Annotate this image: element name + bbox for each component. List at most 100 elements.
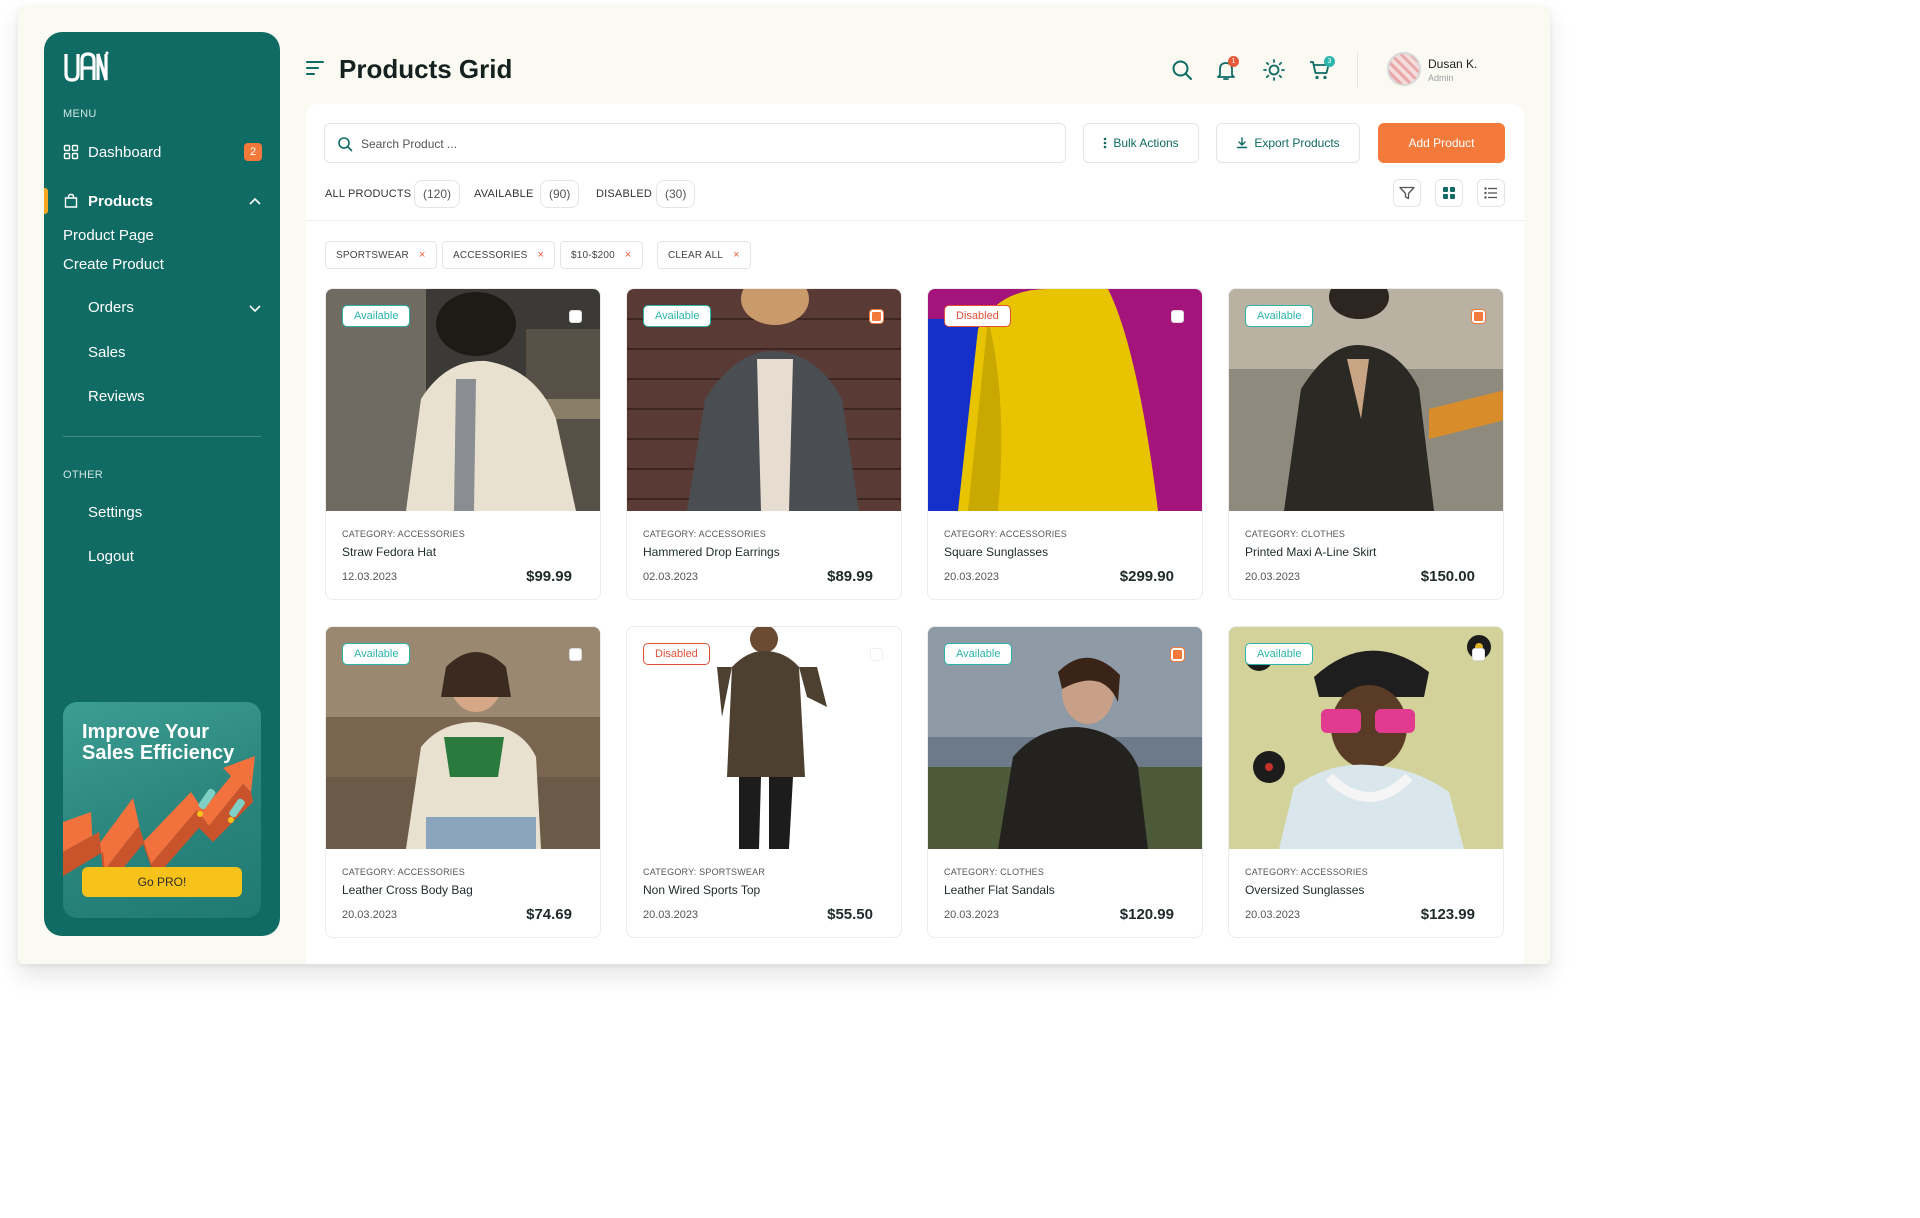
product-card[interactable]: Available CATEGORY: ACCESSORIES Straw Fe… <box>325 288 601 600</box>
sidebar-item-label: Dashboard <box>88 143 162 161</box>
status-badge: Disabled <box>643 643 710 665</box>
product-category: CATEGORY: CLOTHES <box>1245 529 1346 539</box>
filter-chip-label: $10-$200 <box>571 249 615 261</box>
tab-available-count: (90) <box>540 180 580 208</box>
product-card[interactable]: Available CATEGORY: CLOTHES Leather Flat… <box>927 626 1203 938</box>
sidebar-item-settings[interactable]: Settings <box>44 496 280 528</box>
bulk-actions-button[interactable]: Bulk Actions <box>1083 123 1199 163</box>
product-card[interactable]: Available CATEGORY: CLOTHES Printed Maxi… <box>1228 288 1504 600</box>
search-icon <box>338 137 353 152</box>
status-badge: Available <box>342 305 411 327</box>
remove-filter-icon[interactable]: × <box>419 249 426 261</box>
select-checkbox[interactable] <box>1472 648 1485 661</box>
select-checkbox[interactable] <box>1472 310 1485 323</box>
product-price: $74.69 <box>526 906 572 923</box>
product-price: $55.50 <box>827 906 873 923</box>
select-checkbox[interactable] <box>569 310 582 323</box>
product-card[interactable]: Disabled CATEGORY: ACCESSORIES Square Su… <box>927 288 1203 600</box>
go-pro-button[interactable]: Go PRO! <box>82 867 242 897</box>
brand-logo <box>63 50 109 89</box>
remove-filter-icon[interactable]: × <box>625 249 632 261</box>
sun-theme-icon[interactable] <box>1262 58 1286 82</box>
dashboard-grid-icon <box>63 144 79 160</box>
tab-all-products-count: (120) <box>414 180 461 208</box>
product-date: 20.03.2023 <box>643 909 699 921</box>
chevron-down-icon[interactable] <box>248 301 262 315</box>
select-checkbox[interactable] <box>569 648 582 661</box>
product-card[interactable]: Disabled CATEGORY: SPORTSWEAR Non Wired … <box>626 626 902 938</box>
sidebar-divider <box>63 436 261 437</box>
product-category: CATEGORY: ACCESSORIES <box>342 867 465 877</box>
sidebar-item-orders[interactable]: Orders <box>44 291 280 323</box>
product-date: 20.03.2023 <box>1245 571 1301 583</box>
search-box[interactable] <box>324 123 1066 163</box>
select-checkbox[interactable] <box>1171 648 1184 661</box>
sidebar-item-dashboard[interactable]: Dashboard 2 <box>44 136 280 168</box>
status-badge: Available <box>944 643 1013 665</box>
sidebar-subitem-create-product[interactable]: Create Product <box>63 256 164 273</box>
export-products-button[interactable]: Export Products <box>1216 123 1360 163</box>
product-category: CATEGORY: CLOTHES <box>944 867 1045 877</box>
tab-disabled-count: (30) <box>656 180 696 208</box>
chevron-up-icon[interactable] <box>248 195 262 209</box>
filter-chip-sportswear[interactable]: SPORTSWEAR × <box>325 241 437 269</box>
select-checkbox[interactable] <box>870 648 883 661</box>
remove-filter-icon[interactable]: × <box>733 249 740 261</box>
user-role: Admin <box>1428 73 1454 83</box>
product-date: 20.03.2023 <box>1245 909 1301 921</box>
filter-chip-price[interactable]: $10-$200 × <box>560 241 643 269</box>
product-card[interactable]: Available CATEGORY: ACCESSORIES Oversize… <box>1228 626 1504 938</box>
product-name[interactable]: Leather Cross Body Bag <box>342 883 473 897</box>
clear-all-chip[interactable]: CLEAR ALL × <box>657 241 751 269</box>
page-title: Products Grid <box>339 54 513 84</box>
add-product-button[interactable]: Add Product <box>1378 123 1505 163</box>
product-name[interactable]: Oversized Sunglasses <box>1245 883 1364 897</box>
tab-all-products[interactable]: ALL PRODUCTS <box>325 188 411 200</box>
select-checkbox[interactable] <box>870 310 883 323</box>
status-badge: Available <box>643 305 712 327</box>
product-date: 02.03.2023 <box>643 571 699 583</box>
list-view-button[interactable] <box>1477 179 1505 207</box>
search-input[interactable] <box>361 134 1041 154</box>
product-price: $89.99 <box>827 568 873 585</box>
product-name[interactable]: Non Wired Sports Top <box>643 883 760 897</box>
sidebar-item-label: Sales <box>88 343 126 361</box>
status-badge: Available <box>1245 643 1314 665</box>
filter-button[interactable] <box>1393 179 1421 207</box>
header-separator <box>1357 52 1358 88</box>
grid-view-button[interactable] <box>1435 179 1463 207</box>
product-card[interactable]: Available CATEGORY: ACCESSORIES Leather … <box>325 626 601 938</box>
status-badge: Disabled <box>944 305 1011 327</box>
sidebar-item-reviews[interactable]: Reviews <box>44 380 280 412</box>
menu-toggle-icon[interactable] <box>306 60 324 76</box>
dashboard-badge: 2 <box>244 143 262 161</box>
product-category: CATEGORY: ACCESSORIES <box>342 529 465 539</box>
promo-card: Improve Your Sales Efficiency Go PRO! <box>63 702 261 918</box>
sidebar-item-products[interactable]: Products <box>44 185 280 217</box>
filter-chip-accessories[interactable]: ACCESSORIES × <box>442 241 556 269</box>
status-badge: Available <box>1245 305 1314 327</box>
avatar[interactable] <box>1387 52 1421 86</box>
more-vertical-icon <box>1104 137 1107 149</box>
tab-available[interactable]: AVAILABLE <box>474 188 533 200</box>
product-name[interactable]: Straw Fedora Hat <box>342 545 436 559</box>
product-category: CATEGORY: SPORTSWEAR <box>643 867 766 877</box>
select-checkbox[interactable] <box>1171 310 1184 323</box>
search-icon[interactable] <box>1170 58 1194 82</box>
other-section-label: OTHER <box>63 469 103 481</box>
sidebar-item-label: Products <box>88 192 154 210</box>
remove-filter-icon[interactable]: × <box>537 249 544 261</box>
sidebar-item-sales[interactable]: Sales <box>44 336 280 368</box>
product-card[interactable]: Available CATEGORY: ACCESSORIES Hammered… <box>626 288 902 600</box>
product-date: 20.03.2023 <box>342 909 398 921</box>
product-name[interactable]: Printed Maxi A-Line Skirt <box>1245 545 1376 559</box>
product-name[interactable]: Leather Flat Sandals <box>944 883 1055 897</box>
sidebar: MENU Dashboard 2 Products Product Page C… <box>44 32 280 936</box>
list-view-icon <box>1484 187 1497 199</box>
tab-disabled[interactable]: DISABLED <box>596 188 652 200</box>
sidebar-item-logout[interactable]: Logout <box>44 540 280 572</box>
product-name[interactable]: Square Sunglasses <box>944 545 1048 559</box>
sidebar-subitem-product-page[interactable]: Product Page <box>63 227 154 244</box>
download-icon <box>1237 137 1248 149</box>
product-name[interactable]: Hammered Drop Earrings <box>643 545 780 559</box>
